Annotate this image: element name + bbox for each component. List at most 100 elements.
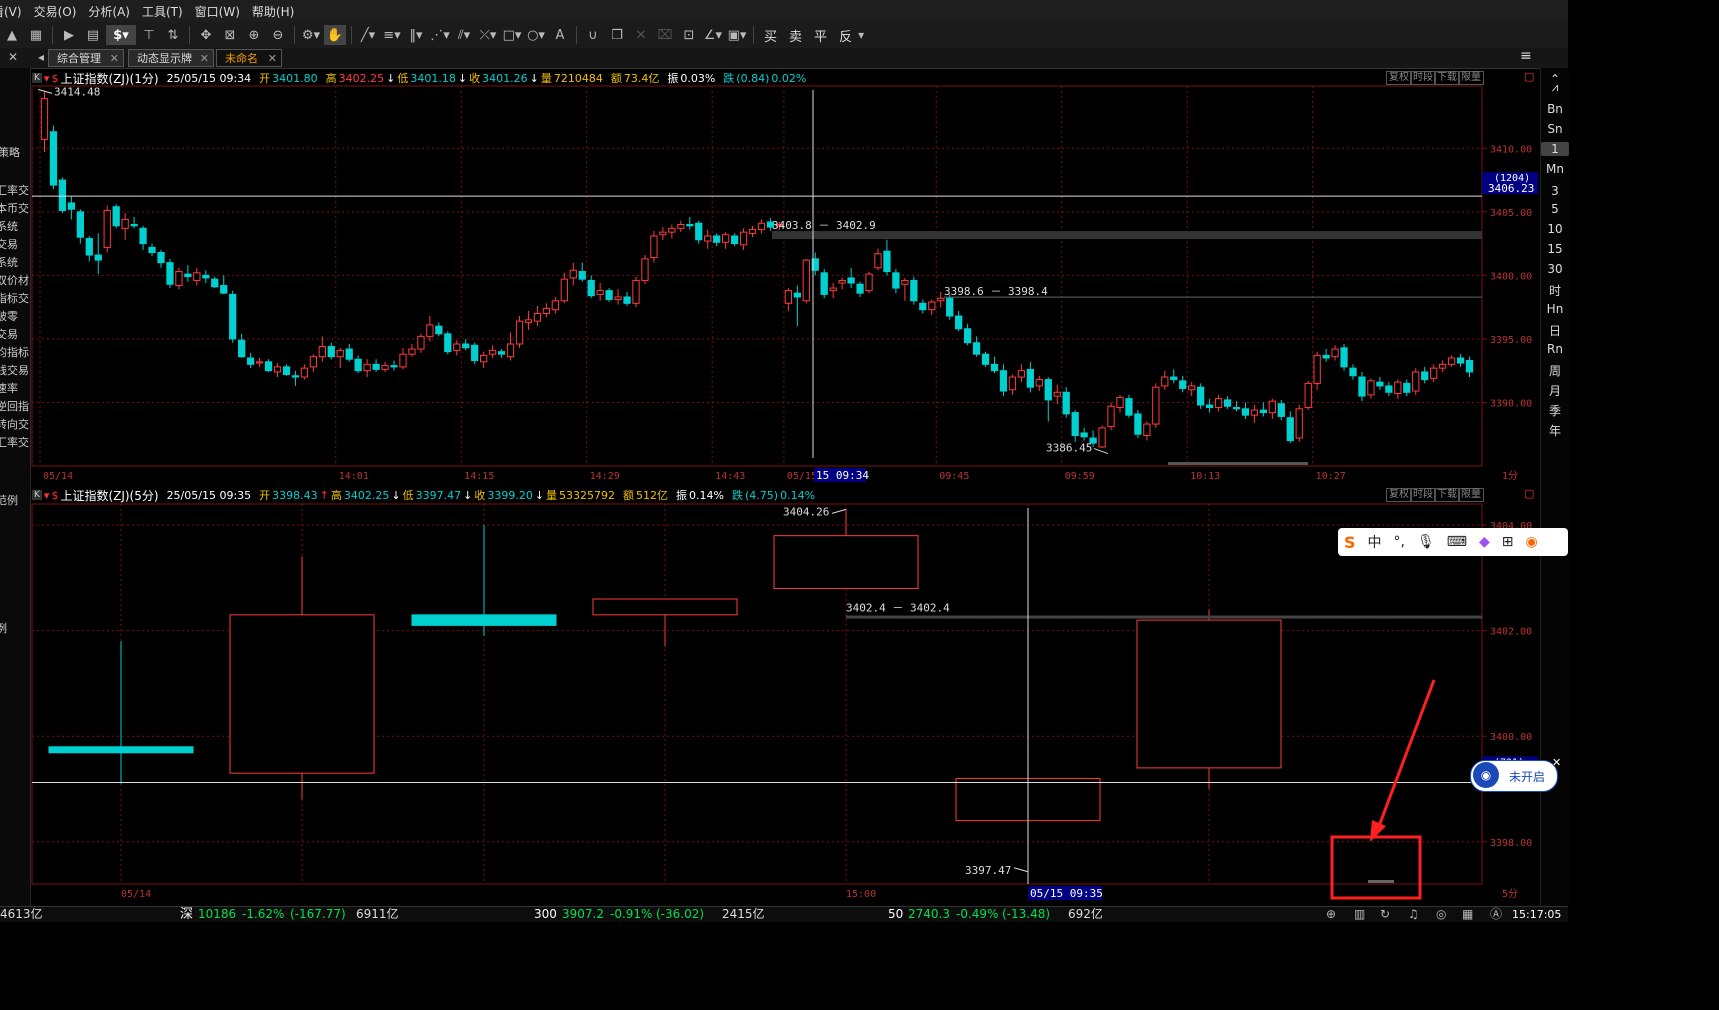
calc-icon[interactable]: ▦: [1462, 907, 1473, 922]
play-icon[interactable]: ▶: [58, 25, 80, 45]
limit-button[interactable]: 限量: [1458, 488, 1484, 502]
buy-button[interactable]: 买: [764, 26, 777, 45]
menu-help[interactable]: 帮助(H): [252, 3, 294, 20]
dollar-icon[interactable]: $▾: [106, 25, 136, 45]
globe-icon[interactable]: ◎: [1436, 907, 1446, 922]
period-item[interactable]: 30: [1541, 262, 1569, 276]
toolbar-more-icon[interactable]: ▾: [858, 28, 864, 42]
more-icon[interactable]: ◉: [1526, 534, 1538, 550]
skin-icon[interactable]: ◆: [1479, 534, 1490, 550]
tab-dynamic-board[interactable]: 动态显示牌 ✕: [128, 49, 214, 67]
k-chart-icon[interactable]: K: [32, 73, 42, 83]
tab-close-icon[interactable]: ✕: [110, 50, 119, 68]
period-item[interactable]: 日: [1541, 322, 1569, 339]
period-item[interactable]: Mn: [1541, 162, 1569, 176]
menu-window[interactable]: 窗口(W): [195, 3, 240, 20]
cross-tool-icon[interactable]: ⤫▾: [477, 25, 499, 45]
chart-type-icon[interactable]: ▦: [25, 25, 47, 45]
ime-mode[interactable]: 中: [1368, 532, 1382, 552]
period-item[interactable]: 时: [1541, 282, 1569, 299]
session-button[interactable]: 时段: [1410, 71, 1436, 85]
maximize-panel-icon[interactable]: ▢: [1524, 487, 1534, 500]
filter-icon[interactable]: ⊤: [138, 25, 160, 45]
period-item[interactable]: 5: [1541, 202, 1569, 216]
hline-tool-icon[interactable]: ≡▾: [381, 25, 403, 45]
grid-icon[interactable]: ⊠: [219, 25, 241, 45]
menu-analysis[interactable]: 分析(A): [88, 3, 130, 20]
hamburger-menu-icon[interactable]: ≡: [1520, 48, 1532, 64]
save-icon[interactable]: ▣▾: [726, 25, 748, 45]
download-button[interactable]: 下载: [1434, 71, 1460, 85]
trash-icon[interactable]: ⌧: [654, 25, 676, 45]
menu-trade[interactable]: 交易(O): [34, 3, 77, 20]
tab-close-icon[interactable]: ✕: [268, 50, 277, 68]
period-item[interactable]: Hn: [1541, 302, 1569, 316]
period-item[interactable]: Bn: [1541, 102, 1569, 116]
rect-tool-icon[interactable]: □▾: [501, 25, 523, 45]
period-item[interactable]: Rn: [1541, 342, 1569, 356]
sell-button[interactable]: 卖: [789, 26, 802, 45]
maximize-panel-icon[interactable]: ▢: [1524, 70, 1534, 83]
signal-icon[interactable]: Ⓐ: [1490, 907, 1502, 922]
period-item[interactable]: Sn: [1541, 122, 1569, 136]
assistant-bubble[interactable]: ◉ 未开启: [1470, 760, 1558, 792]
zoom-in-icon[interactable]: ⊕: [243, 25, 265, 45]
menu-view[interactable]: 看(V): [0, 3, 22, 20]
magnet-icon[interactable]: ∪: [582, 25, 604, 45]
tab-scroll-left-icon[interactable]: ◂: [38, 50, 44, 64]
hand-icon[interactable]: ✋: [324, 25, 346, 45]
channel-tool-icon[interactable]: ⫽▾: [453, 25, 475, 45]
circle-tool-icon[interactable]: ○▾: [525, 25, 547, 45]
db-icon[interactable]: ▥: [1354, 907, 1365, 922]
chart-panel-5m[interactable]: 3404.003402.003400.003398.0005/14 15:00 5分…: [0, 486, 1540, 906]
limit-button[interactable]: 限量: [1458, 71, 1484, 85]
fan-tool-icon[interactable]: ⋰▾: [429, 25, 451, 45]
refresh-icon[interactable]: ↻: [1380, 907, 1390, 922]
split-icon[interactable]: ⇅: [162, 25, 184, 45]
tab-overview[interactable]: 综合管理 ✕: [48, 49, 124, 67]
tab-untitled[interactable]: 未命名 ✕: [216, 49, 282, 67]
zoom-out-icon[interactable]: ⊖: [267, 25, 289, 45]
adjust-button[interactable]: 复权: [1386, 71, 1412, 85]
menu-tools[interactable]: 工具(T): [142, 3, 183, 20]
session-button[interactable]: 时段: [1410, 488, 1436, 502]
lock-icon[interactable]: ⊡: [678, 25, 700, 45]
period-item[interactable]: 季: [1541, 402, 1569, 419]
period-item[interactable]: 年: [1541, 422, 1569, 439]
text-tool-icon[interactable]: A: [549, 25, 571, 45]
vline-tool-icon[interactable]: ‖▾: [405, 25, 427, 45]
close-panel-icon[interactable]: ✕: [8, 50, 18, 64]
period-item[interactable]: 10: [1541, 222, 1569, 236]
horizontal-scrollbar[interactable]: [1168, 462, 1308, 465]
period-item[interactable]: 月: [1541, 382, 1569, 399]
delete-icon[interactable]: ✕: [630, 25, 652, 45]
chart-panel-1m[interactable]: 3410.00 3405.00 3400.00 3395.00 3390.00 05/14…: [0, 68, 1540, 486]
punctuation-icon[interactable]: °,: [1394, 534, 1405, 550]
period-dropdown-icon[interactable]: ▾: [44, 489, 50, 502]
close-position-button[interactable]: 平: [814, 26, 827, 45]
microphone-icon[interactable]: 🎙: [1417, 534, 1435, 550]
bell-icon[interactable]: ♫: [1408, 907, 1419, 922]
toolbox-icon[interactable]: ⊞: [1502, 534, 1514, 550]
copy-icon[interactable]: ❐: [606, 25, 628, 45]
k-chart-icon[interactable]: K: [32, 490, 42, 500]
keyboard-icon[interactable]: ⌨: [1447, 534, 1467, 550]
move-icon[interactable]: ✥: [195, 25, 217, 45]
tab-close-icon[interactable]: ✕: [200, 50, 209, 68]
period-item[interactable]: 周: [1541, 362, 1569, 379]
pointer-tool-icon[interactable]: ▲: [1, 25, 23, 45]
adjust-button[interactable]: 复权: [1386, 488, 1412, 502]
settings-icon[interactable]: ⚙▾: [300, 25, 322, 45]
period-dropdown-icon[interactable]: ▾: [44, 72, 50, 85]
period-item[interactable]: 1: [1541, 142, 1569, 156]
sogou-logo-icon[interactable]: S: [1344, 533, 1356, 552]
period-item[interactable]: 15: [1541, 242, 1569, 256]
reverse-button[interactable]: 反: [839, 26, 852, 45]
pen-icon[interactable]: ∠▾: [702, 25, 724, 45]
link-icon[interactable]: ⊕: [1326, 907, 1336, 922]
period-item[interactable]: 3: [1541, 184, 1569, 198]
download-button[interactable]: 下载: [1434, 488, 1460, 502]
document-icon[interactable]: ▤: [82, 25, 104, 45]
line-tool-icon[interactable]: ╱▾: [357, 25, 379, 45]
draw-line-icon[interactable]: ⩘: [1541, 80, 1569, 95]
